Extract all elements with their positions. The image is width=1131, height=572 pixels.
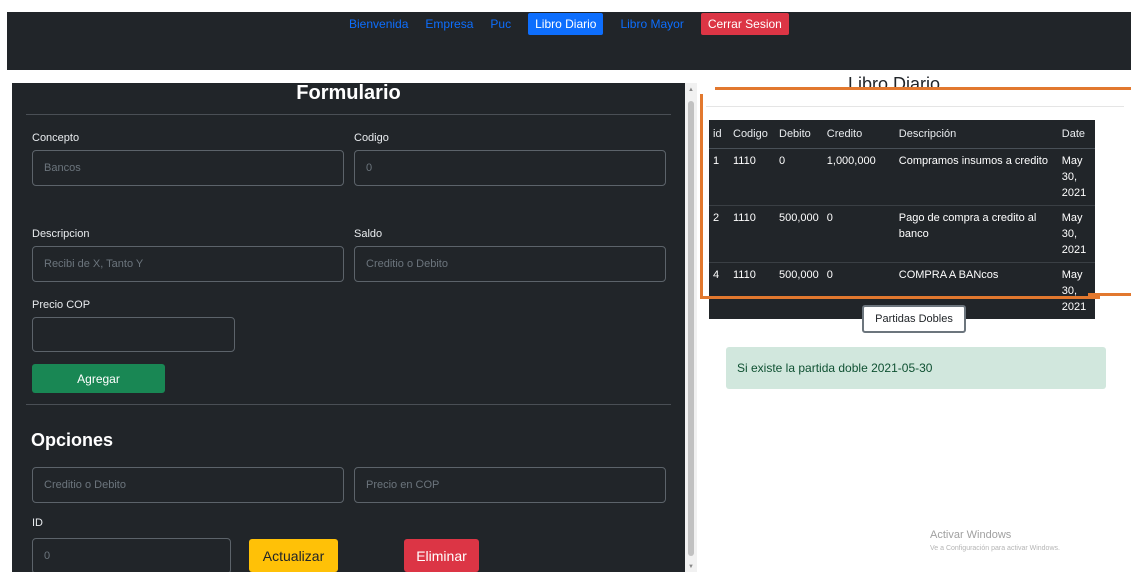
cell-credito: 1,000,000 — [822, 147, 895, 205]
cell-codigo: 1110 — [729, 261, 775, 319]
col-id: id — [709, 120, 729, 149]
col-debito: Debito — [775, 120, 823, 149]
cell-id: 2 — [709, 204, 729, 262]
cell-debito: 500,000 — [775, 204, 823, 262]
concepto-label: Concepto — [32, 132, 80, 144]
id-label: ID — [32, 517, 43, 529]
table-row: 1 1110 0 1,000,000 Compramos insumos a c… — [709, 147, 1095, 205]
form-title: Formulario — [296, 83, 401, 104]
precio-cop-input[interactable] — [32, 317, 235, 352]
windows-activation-title: Activar Windows — [930, 529, 1012, 541]
scroll-down-icon[interactable]: ▼ — [688, 564, 694, 570]
cell-debito: 0 — [775, 147, 823, 205]
col-descripcion: Descripción — [894, 120, 1058, 149]
nav-bienvenida[interactable]: Bienvenida — [349, 13, 408, 35]
partidas-dobles-button[interactable]: Partidas Dobles — [862, 305, 966, 333]
tipo-input[interactable]: Creditio o Debito — [32, 467, 344, 503]
nav-empresa[interactable]: Empresa — [425, 13, 473, 35]
nav-puc[interactable]: Puc — [490, 13, 511, 35]
partida-doble-alert: Si existe la partida doble 2021-05-30 — [726, 347, 1106, 389]
opciones-title: Opciones — [31, 430, 114, 450]
annotation-line-right — [1088, 293, 1131, 296]
cell-date: May 30, 2021 — [1057, 147, 1095, 205]
cell-date: May 30, 2021 — [1057, 261, 1095, 319]
cell-codigo: 1110 — [729, 204, 775, 262]
cell-id: 4 — [709, 261, 729, 319]
divider — [26, 404, 671, 405]
col-codigo: Codigo — [729, 120, 775, 149]
id-input[interactable]: 0 — [32, 538, 231, 572]
table-header-row: id Codigo Debito Credito Descripción Dat… — [709, 120, 1095, 149]
annotation-line-bottom — [700, 296, 1100, 299]
saldo-input[interactable]: Creditio o Debito — [354, 246, 666, 282]
saldo-label: Saldo — [354, 228, 383, 240]
eliminar-button[interactable]: Eliminar — [404, 539, 479, 572]
libro-diario-title: Libro Diario — [848, 74, 941, 94]
actualizar-button[interactable]: Actualizar — [249, 539, 338, 572]
cell-credito: 0 — [822, 204, 895, 262]
annotation-line-left — [700, 94, 703, 299]
cerrar-sesion-button[interactable]: Cerrar Sesion — [700, 13, 789, 35]
precio-cop-label: Precio COP — [32, 299, 91, 311]
col-credito: Credito — [822, 120, 895, 149]
cell-id: 1 — [709, 147, 729, 205]
form-panel: Formulario Concepto Bancos Codigo 0 Desc… — [12, 83, 685, 572]
scroll-thumb[interactable] — [688, 101, 694, 556]
precio-cop-opciones-input[interactable]: Precio en COP — [354, 467, 666, 503]
descripcion-input[interactable]: Recibi de X, Tanto Y — [32, 246, 344, 282]
cell-descripcion: Pago de compra a credito al banco — [894, 204, 1058, 262]
col-date: Date — [1057, 120, 1095, 149]
windows-activation-text: Ve a Configuración para activar Windows. — [930, 545, 1060, 552]
table-row: 2 1110 500,000 0 Pago de compra a credit… — [709, 204, 1095, 262]
descripcion-label: Descripcion — [32, 228, 90, 240]
codigo-input[interactable]: 0 — [354, 150, 666, 186]
divider — [706, 106, 1124, 107]
cell-debito: 500,000 — [775, 261, 823, 319]
nav-menu: Bienvenida Empresa Puc Libro Diario Libr… — [349, 13, 806, 35]
libro-diario-table: id Codigo Debito Credito Descripción Dat… — [709, 120, 1095, 319]
form-scrollbar[interactable]: ▲ ▼ — [685, 83, 697, 572]
top-navbar: Bienvenida Empresa Puc Libro Diario Libr… — [7, 12, 1131, 70]
annotation-line-top — [715, 87, 1131, 90]
codigo-label: Codigo — [354, 132, 389, 144]
agregar-button[interactable]: Agregar — [32, 364, 165, 393]
concepto-input[interactable]: Bancos — [32, 150, 344, 186]
nav-libro-diario[interactable]: Libro Diario — [528, 13, 604, 35]
divider — [26, 114, 671, 115]
nav-libro-mayor[interactable]: Libro Mayor — [620, 13, 683, 35]
cell-date: May 30, 2021 — [1057, 204, 1095, 262]
scroll-up-icon[interactable]: ▲ — [688, 87, 694, 93]
cell-descripcion: Compramos insumos a credito — [894, 147, 1058, 205]
cell-codigo: 1110 — [729, 147, 775, 205]
